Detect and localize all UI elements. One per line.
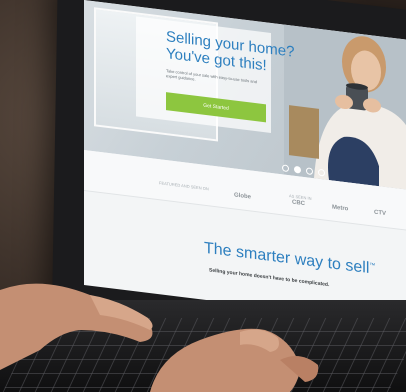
photo-scene: Selling your home? You've got this! Take… [0,0,406,392]
carousel-dot-active[interactable] [294,165,301,174]
ctv-logo: CTV [374,209,386,218]
cbc-logo: CBC [292,199,305,208]
trademark-mark: ™ [369,262,376,270]
carousel-dot[interactable] [318,168,325,177]
carousel-dot[interactable] [306,167,313,176]
carousel-dot[interactable] [282,164,289,173]
typing-hands-image [0,283,319,392]
globe-logo: Globe [234,192,252,201]
metro-logo: Metro [332,204,349,213]
featured-label: FEATURED AND SEEN ON [159,180,209,192]
